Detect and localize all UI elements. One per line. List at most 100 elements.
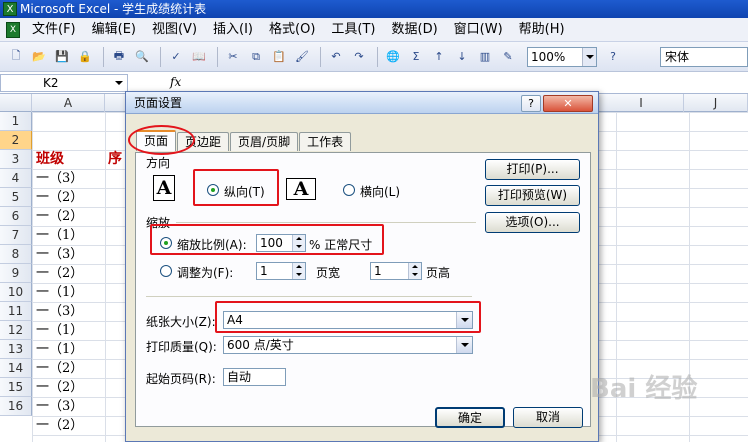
print-preview-button[interactable]: 打印预览(W) — [485, 185, 580, 206]
spin-arrows-icon[interactable] — [292, 235, 305, 251]
table-cell[interactable]: 一（3） — [36, 245, 106, 264]
row-header[interactable]: 3 — [0, 150, 32, 169]
row-header[interactable]: 8 — [0, 245, 32, 264]
spin-arrows-icon[interactable] — [292, 263, 305, 279]
cut-icon[interactable]: ✂ — [223, 47, 243, 67]
table-cell[interactable]: 一（3） — [36, 302, 106, 321]
menu-help[interactable]: 帮助(H) — [511, 18, 573, 42]
corner-select-all[interactable] — [0, 94, 32, 112]
table-cell[interactable]: 一（2） — [36, 359, 106, 378]
paper-size-select[interactable]: A4 — [223, 311, 473, 329]
paste-icon[interactable]: 📋 — [269, 47, 289, 67]
format-painter-icon[interactable]: 🖌 — [292, 47, 312, 67]
cell-a2[interactable]: 班级 — [36, 150, 106, 169]
landscape-radio[interactable] — [343, 184, 355, 196]
row-header[interactable]: 6 — [0, 207, 32, 226]
help-icon[interactable]: ? — [603, 47, 623, 67]
menu-window[interactable]: 窗口(W) — [446, 18, 511, 42]
landscape-label[interactable]: 横向(L) — [360, 183, 400, 200]
menu-file[interactable]: 文件(F) — [24, 18, 84, 42]
zoom-select[interactable]: 100% — [527, 46, 597, 67]
menu-edit[interactable]: 编辑(E) — [84, 18, 144, 42]
table-cell[interactable]: 一（2） — [36, 416, 106, 435]
row-header[interactable]: 10 — [0, 283, 32, 302]
table-cell[interactable]: 一（1） — [36, 283, 106, 302]
save-icon[interactable]: 💾 — [52, 47, 72, 67]
row-header[interactable]: 13 — [0, 340, 32, 359]
row-header[interactable]: 5 — [0, 188, 32, 207]
scale-percent-stepper[interactable]: 100 — [256, 234, 306, 252]
print-quality-select[interactable]: 600 点/英寸 — [223, 336, 473, 354]
column-header-i[interactable]: I — [599, 94, 684, 112]
drawing-icon[interactable]: ✎ — [498, 47, 518, 67]
table-cell[interactable]: 一（3） — [36, 397, 106, 416]
tab-header-footer[interactable]: 页眉/页脚 — [230, 132, 299, 151]
row-header[interactable]: 15 — [0, 378, 32, 397]
print-button[interactable]: 打印(P)... — [485, 159, 580, 180]
menu-format[interactable]: 格式(O) — [261, 18, 323, 42]
column-header-j[interactable]: J — [684, 94, 748, 112]
menu-insert[interactable]: 插入(I) — [205, 18, 261, 42]
fx-icon[interactable]: fx — [170, 75, 181, 89]
name-box[interactable]: K2 — [0, 74, 128, 92]
table-cell[interactable]: 一（2） — [36, 188, 106, 207]
row-header[interactable]: 14 — [0, 359, 32, 378]
menu-tools[interactable]: 工具(T) — [323, 18, 383, 42]
fit-wide-stepper[interactable]: 1 — [256, 262, 306, 280]
table-cell[interactable]: 一（2） — [36, 264, 106, 283]
chevron-down-icon[interactable] — [582, 47, 596, 66]
table-cell[interactable]: 一（2） — [36, 207, 106, 226]
hyperlink-icon[interactable]: 🌐 — [383, 47, 403, 67]
tab-sheet[interactable]: 工作表 — [299, 132, 352, 151]
row-header[interactable]: 9 — [0, 264, 32, 283]
print-preview-icon[interactable]: 🔍 — [132, 47, 152, 67]
first-page-number-input[interactable]: 自动 — [223, 368, 286, 386]
table-cell[interactable]: 一（2） — [36, 378, 106, 397]
table-cell[interactable]: 一（3） — [36, 169, 106, 188]
menu-view[interactable]: 视图(V) — [144, 18, 205, 42]
table-cell[interactable]: 一（1） — [36, 340, 106, 359]
sort-descending-icon[interactable]: ↓ — [452, 47, 472, 67]
font-name-select[interactable]: 宋体 — [660, 47, 748, 67]
copy-icon[interactable]: ⧉ — [246, 47, 266, 67]
chart-wizard-icon[interactable]: ▥ — [475, 47, 495, 67]
tab-page[interactable]: 页面 — [136, 130, 177, 151]
spelling-icon[interactable]: ✓ — [166, 47, 186, 67]
row-header[interactable]: 16 — [0, 397, 32, 416]
ok-button[interactable]: 确定 — [435, 407, 505, 428]
open-icon[interactable]: 📂 — [29, 47, 49, 67]
chevron-down-icon[interactable] — [115, 81, 123, 85]
row-header[interactable]: 4 — [0, 169, 32, 188]
research-icon[interactable]: 📖 — [189, 47, 209, 67]
portrait-radio[interactable] — [207, 184, 219, 196]
help-button[interactable]: ? — [521, 95, 541, 112]
scale-label[interactable]: 缩放比例(A): — [177, 236, 247, 253]
portrait-label[interactable]: 纵向(T) — [224, 183, 265, 200]
spin-arrows-icon[interactable] — [408, 263, 421, 279]
menu-data[interactable]: 数据(D) — [384, 18, 446, 42]
fit-to-label[interactable]: 调整为(F): — [177, 264, 233, 281]
scale-radio[interactable] — [160, 237, 172, 249]
permission-icon[interactable]: 🔒 — [75, 47, 95, 67]
chevron-down-icon[interactable] — [456, 337, 472, 353]
row-header[interactable]: 12 — [0, 321, 32, 340]
undo-icon[interactable]: ↶ — [326, 47, 346, 67]
row-header[interactable]: 1 — [0, 112, 32, 131]
workbook-icon[interactable]: X — [6, 21, 20, 38]
sort-ascending-icon[interactable]: ↑ — [429, 47, 449, 67]
table-cell[interactable]: 一（1） — [36, 226, 106, 245]
fit-tall-stepper[interactable]: 1 — [370, 262, 422, 280]
row-header[interactable]: 11 — [0, 302, 32, 321]
row-header[interactable]: 2 — [0, 131, 32, 150]
autosum-icon[interactable]: Σ — [406, 47, 426, 67]
row-header[interactable]: 7 — [0, 226, 32, 245]
fit-to-radio[interactable] — [160, 265, 172, 277]
cancel-button[interactable]: 取消 — [513, 407, 583, 428]
options-button[interactable]: 选项(O)... — [485, 212, 580, 233]
table-cell[interactable]: 一（1） — [36, 321, 106, 340]
chevron-down-icon[interactable] — [456, 312, 472, 328]
print-icon[interactable]: 🖶 — [109, 47, 129, 67]
close-button[interactable]: ✕ — [543, 95, 593, 112]
column-header-a[interactable]: A — [32, 94, 105, 112]
new-icon[interactable]: 🗋 — [6, 47, 26, 67]
